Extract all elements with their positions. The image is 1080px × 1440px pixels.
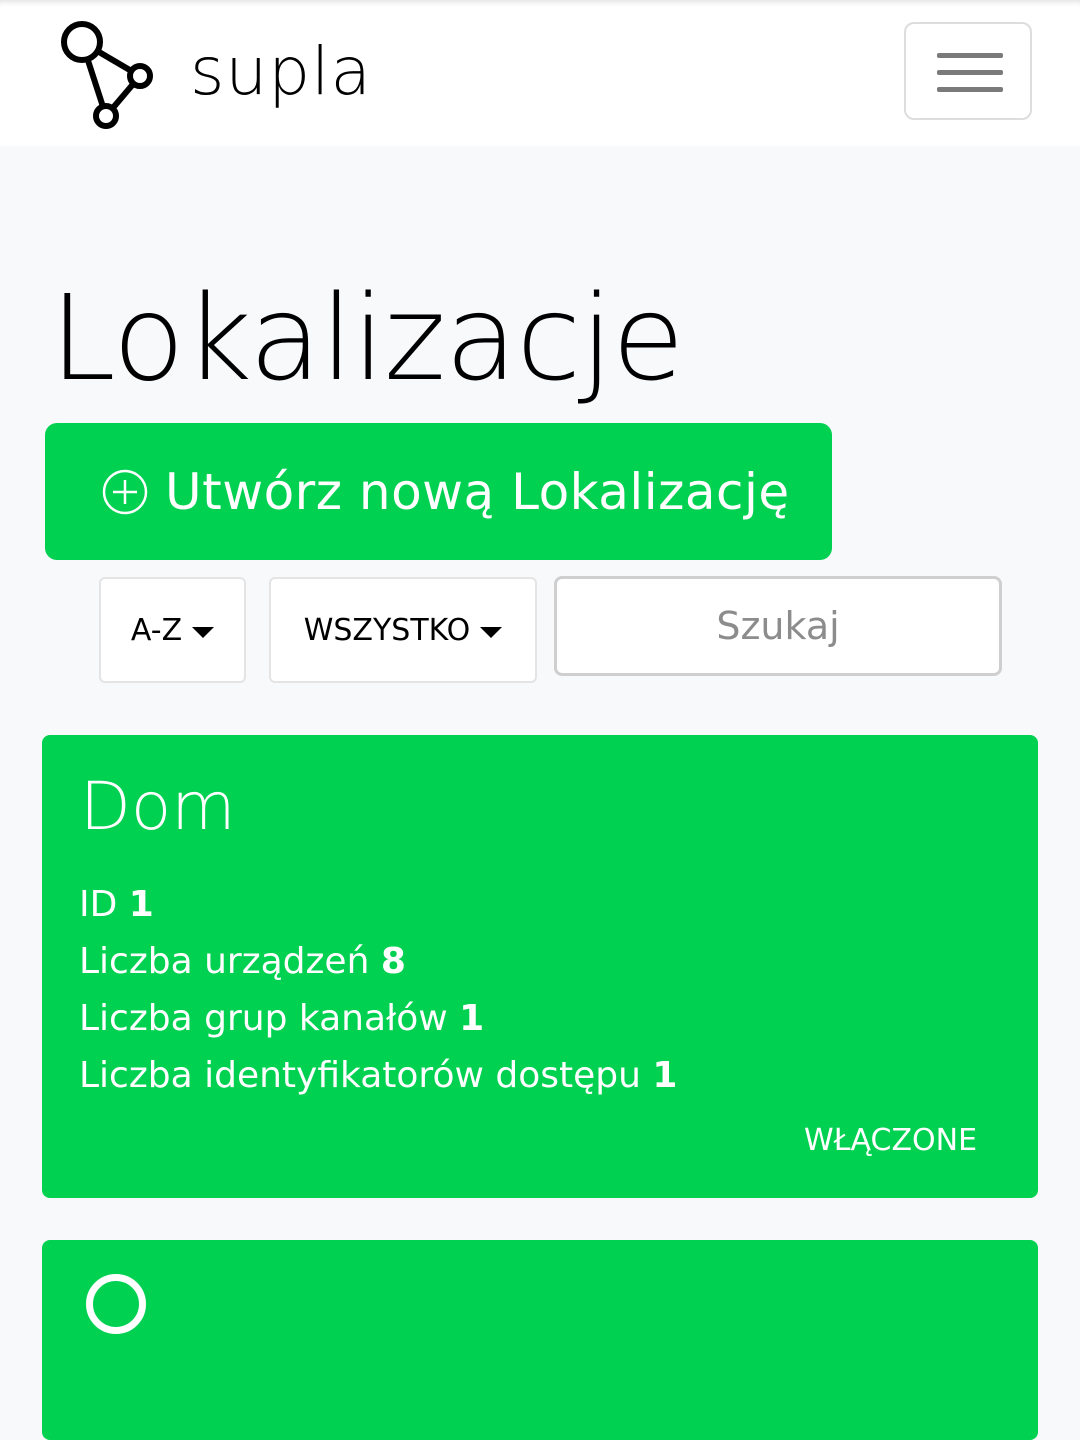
status-filter-label: WSZYSTKO	[303, 612, 471, 648]
location-stats: ID 1 Liczba urządzeń 8 Liczba grup kanał…	[79, 876, 677, 1104]
hamburger-icon-bar	[937, 53, 1003, 58]
sort-dropdown[interactable]: A-Z	[99, 577, 246, 683]
plus-circle-icon	[102, 469, 148, 514]
hamburger-icon-bar	[937, 70, 1003, 75]
search-input[interactable]	[554, 576, 1002, 676]
hamburger-icon-bar	[937, 87, 1003, 92]
stat-label: ID	[79, 884, 118, 925]
stat-label: Liczba grup kanałów	[79, 998, 448, 1039]
location-card[interactable]	[42, 1240, 1038, 1440]
top-navbar: supla	[0, 0, 1080, 146]
caret-down-icon	[192, 626, 215, 638]
location-card[interactable]: Dom ID 1 Liczba urządzeń 8 Liczba grup k…	[42, 735, 1038, 1198]
stat-value: 8	[380, 941, 406, 982]
stat-label: Liczba identyfikatorów dostępu	[79, 1055, 641, 1096]
location-name: Dom	[80, 768, 236, 845]
stat-value: 1	[128, 884, 154, 925]
stat-channel-group-count: Liczba grup kanałów 1	[79, 990, 677, 1047]
stat-value: 1	[459, 998, 485, 1039]
stat-id: ID 1	[79, 876, 677, 933]
stat-value: 1	[652, 1055, 678, 1096]
stat-access-id-count: Liczba identyfikatorów dostępu 1	[79, 1047, 677, 1104]
brand-logo-link[interactable]: supla	[58, 18, 371, 130]
stat-label: Liczba urządzeń	[79, 941, 370, 982]
caret-down-icon	[480, 626, 503, 638]
sort-dropdown-label: A-Z	[130, 612, 183, 648]
create-location-button[interactable]: Utwórz nową Lokalizację	[45, 423, 832, 560]
supla-logo-icon	[61, 21, 153, 129]
stat-device-count: Liczba urządzeń 8	[79, 933, 677, 990]
menu-toggle-button[interactable]	[904, 22, 1032, 120]
status-filter-dropdown[interactable]: WSZYSTKO	[269, 577, 537, 683]
status-badge: WŁĄCZONE	[804, 1123, 978, 1158]
create-location-label: Utwórz nową Lokalizację	[165, 462, 790, 521]
page-title: Lokalizacje	[50, 269, 685, 407]
brand-name: supla	[190, 33, 372, 110]
location-card-partial-heading	[86, 1274, 146, 1334]
